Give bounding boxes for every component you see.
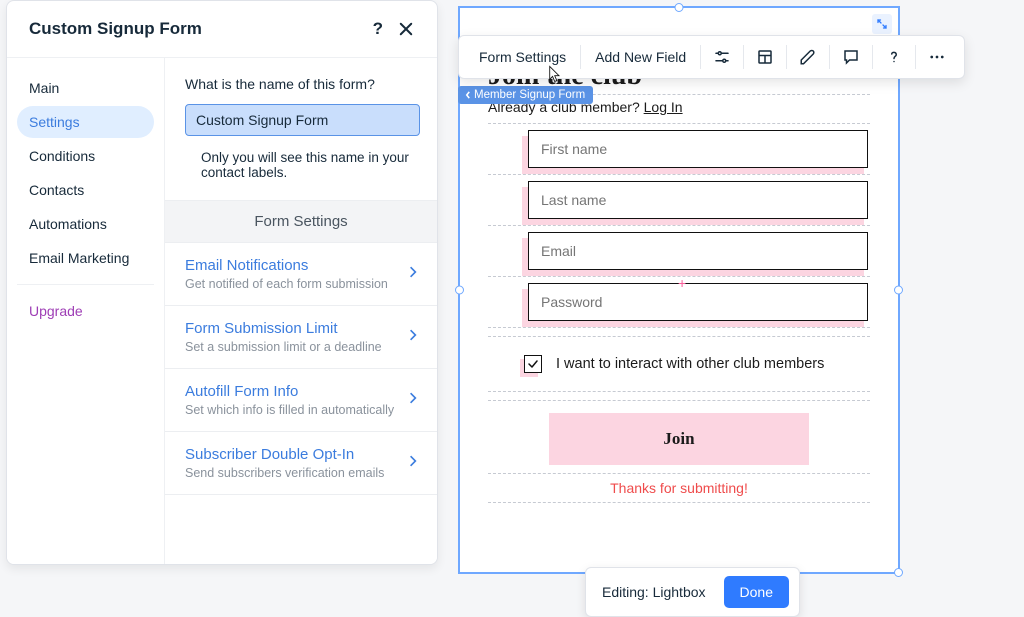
login-link[interactable]: Log In	[644, 99, 683, 115]
chevron-right-icon	[409, 265, 417, 284]
selection-handle[interactable]	[894, 568, 903, 577]
done-button[interactable]: Done	[724, 576, 789, 608]
insert-marker-icon: +	[678, 275, 686, 291]
form-name-input[interactable]	[185, 104, 420, 136]
section-header-form-settings: Form Settings	[165, 200, 437, 243]
thanks-message: Thanks for submitting!	[488, 474, 870, 502]
sidebar-divider	[17, 284, 154, 285]
manage-fields-icon[interactable]	[701, 36, 743, 78]
sidebar-item-upgrade[interactable]: Upgrade	[17, 295, 154, 327]
chevron-right-icon	[409, 391, 417, 410]
row-sub: Get notified of each form submission	[185, 277, 388, 291]
editing-label: Editing: Lightbox	[602, 584, 706, 600]
sidebar-item-conditions[interactable]: Conditions	[17, 140, 154, 172]
password-field[interactable]	[528, 283, 868, 321]
selection-handle[interactable]	[455, 286, 464, 295]
panel-header: Custom Signup Form ?	[7, 1, 437, 58]
chevron-right-icon	[409, 454, 417, 473]
row-sub: Set which info is filled in automaticall…	[185, 403, 394, 417]
selection-handle[interactable]	[675, 3, 684, 12]
settings-panel: Custom Signup Form ? Main Settings Condi…	[6, 0, 438, 565]
sidebar-item-main[interactable]: Main	[17, 72, 154, 104]
toolbar-help-icon[interactable]	[873, 36, 915, 78]
row-title: Form Submission Limit	[185, 320, 382, 337]
panel-content: What is the name of this form? Only you …	[165, 58, 437, 564]
first-name-field[interactable]	[528, 130, 868, 168]
row-sub: Send subscribers verification emails	[185, 466, 384, 480]
chevron-right-icon	[409, 328, 417, 347]
form-name-label: What is the name of this form?	[185, 76, 417, 92]
join-button[interactable]: Join	[549, 413, 809, 465]
editing-bar: Editing: Lightbox Done	[585, 567, 800, 617]
last-name-field[interactable]	[528, 181, 868, 219]
selection-tag[interactable]: Member Signup Form	[458, 86, 593, 104]
row-email-notifications[interactable]: Email Notifications Get notified of each…	[165, 243, 437, 306]
sidebar: Main Settings Conditions Contacts Automa…	[7, 58, 165, 564]
interact-checkbox[interactable]	[524, 355, 542, 373]
row-double-optin[interactable]: Subscriber Double Opt-In Send subscriber…	[165, 432, 437, 495]
row-sub: Set a submission limit or a deadline	[185, 340, 382, 354]
row-autofill[interactable]: Autofill Form Info Set which info is fil…	[165, 369, 437, 432]
panel-title: Custom Signup Form	[29, 19, 202, 39]
comment-icon[interactable]	[830, 36, 872, 78]
sidebar-item-email-marketing[interactable]: Email Marketing	[17, 242, 154, 274]
form-canvas: Join the club Already a club member? Log…	[460, 8, 898, 513]
interact-checkbox-label: I want to interact with other club membe…	[556, 356, 824, 372]
sidebar-item-contacts[interactable]: Contacts	[17, 174, 154, 206]
more-icon[interactable]	[916, 36, 958, 78]
helper-text: Only you will see this name in your cont…	[201, 150, 417, 180]
row-title: Email Notifications	[185, 257, 388, 274]
toolbar-add-new-field[interactable]: Add New Field	[581, 36, 700, 78]
row-title: Subscriber Double Opt-In	[185, 446, 384, 463]
sidebar-item-automations[interactable]: Automations	[17, 208, 154, 240]
selection-tag-label: Member Signup Form	[474, 89, 585, 101]
close-icon[interactable]	[397, 20, 415, 38]
help-icon[interactable]: ?	[373, 19, 383, 39]
row-title: Autofill Form Info	[185, 383, 394, 400]
sidebar-item-settings[interactable]: Settings	[17, 106, 154, 138]
selection-handle[interactable]	[894, 286, 903, 295]
design-icon[interactable]	[787, 36, 829, 78]
expand-icon[interactable]	[872, 14, 892, 34]
layout-icon[interactable]	[744, 36, 786, 78]
element-toolbar: Form Settings Add New Field	[458, 35, 965, 79]
toolbar-form-settings[interactable]: Form Settings	[465, 36, 580, 78]
row-submission-limit[interactable]: Form Submission Limit Set a submission l…	[165, 306, 437, 369]
email-field[interactable]	[528, 232, 868, 270]
